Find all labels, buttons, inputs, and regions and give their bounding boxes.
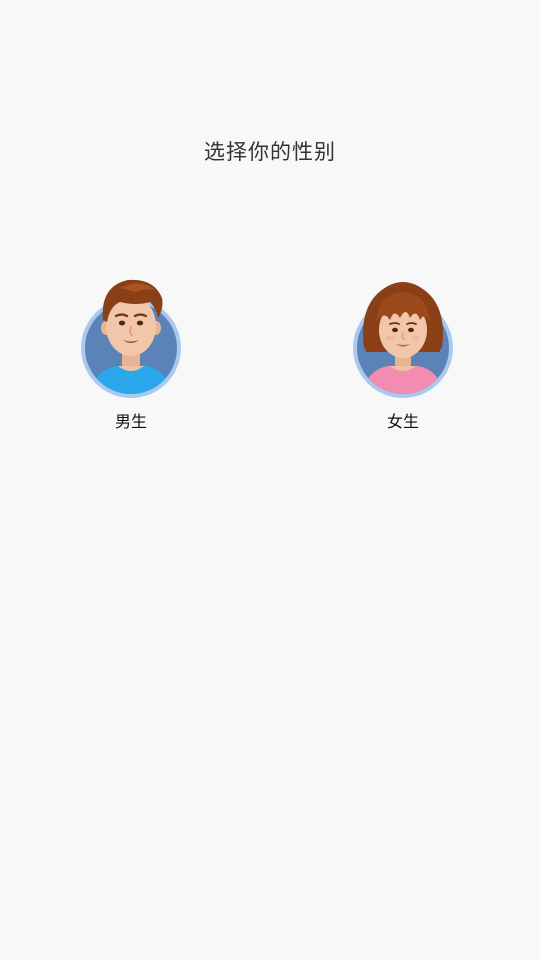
female-label: 女生 <box>386 412 419 431</box>
girl-avatar-icon[interactable] <box>348 272 458 398</box>
boy-avatar-icon[interactable] <box>76 272 186 398</box>
page-title: 选择你的性别 <box>204 140 336 164</box>
male-option[interactable]: 男生 <box>76 272 186 432</box>
female-option[interactable]: 女生 <box>348 272 458 432</box>
male-label: 男生 <box>114 412 147 431</box>
gender-selection-screen: 选择你的性别 男生 女生 <box>0 0 540 960</box>
